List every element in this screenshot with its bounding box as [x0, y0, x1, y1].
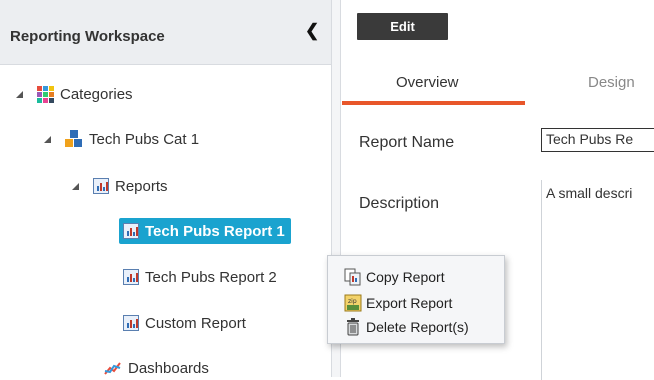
- description-textarea[interactable]: A small descri: [541, 180, 654, 380]
- report-name-label: Report Name: [359, 134, 455, 151]
- category-icon: [65, 130, 83, 148]
- trash-icon: [347, 318, 359, 336]
- tree-node-report[interactable]: Custom Report: [123, 312, 246, 334]
- menu-item-label: Copy Report: [366, 269, 445, 285]
- copy-icon: [344, 268, 361, 286]
- tree-node-categories[interactable]: Categories: [16, 83, 133, 105]
- export-icon: zip: [344, 294, 362, 312]
- categories-icon: [37, 85, 54, 103]
- tree-node-report-selected[interactable]: Tech Pubs Report 1: [119, 218, 291, 244]
- sidebar-title: Reporting Workspace: [10, 28, 165, 45]
- tree-label: Tech Pubs Report 2: [145, 268, 277, 286]
- report-icon: [123, 223, 139, 239]
- menu-item-export-report[interactable]: zip Export Report: [344, 292, 452, 314]
- tree-label: Custom Report: [145, 314, 246, 332]
- dashboard-icon: [104, 362, 121, 375]
- sidebar: Reporting Workspace ❮ Categories Tech Pu…: [0, 0, 340, 377]
- menu-item-copy-report[interactable]: Copy Report: [344, 266, 445, 288]
- report-icon: [123, 315, 139, 331]
- tab-bar: Overview Design: [342, 62, 654, 108]
- tree-label: Dashboards: [128, 359, 209, 377]
- expanded-triangle-icon[interactable]: [16, 90, 23, 98]
- active-tab-indicator: [342, 101, 525, 105]
- edit-button[interactable]: Edit: [357, 13, 448, 40]
- tree-label: Tech Pubs Report 1: [145, 222, 285, 240]
- tab-overview[interactable]: Overview: [396, 74, 459, 91]
- context-menu: Copy Report zip Export Report Delete Rep…: [327, 255, 505, 344]
- description-label: Description: [359, 195, 440, 212]
- menu-item-label: Export Report: [366, 295, 453, 311]
- tab-design[interactable]: Design: [588, 74, 635, 91]
- tree-label: Tech Pubs Cat 1: [89, 130, 200, 148]
- report-icon: [123, 269, 139, 285]
- menu-item-delete-report[interactable]: Delete Report(s): [344, 316, 469, 338]
- menu-item-label: Delete Report(s): [366, 319, 469, 335]
- tree-label: Categories: [60, 85, 133, 103]
- svg-text:zip: zip: [348, 298, 357, 305]
- sidebar-header: Reporting Workspace ❮: [0, 0, 331, 65]
- collapse-left-icon[interactable]: ❮: [305, 22, 321, 40]
- tree-label: Reports: [115, 177, 168, 195]
- tree-node-dashboards[interactable]: Dashboards: [104, 357, 209, 379]
- expanded-triangle-icon[interactable]: [72, 182, 79, 190]
- tree-node-reports[interactable]: Reports: [72, 175, 168, 197]
- tree-node-report[interactable]: Tech Pubs Report 2: [123, 266, 277, 288]
- expanded-triangle-icon[interactable]: [44, 135, 51, 143]
- report-name-input[interactable]: Tech Pubs Re: [541, 128, 654, 152]
- report-folder-icon: [93, 178, 109, 194]
- tree-node-category[interactable]: Tech Pubs Cat 1: [44, 128, 199, 150]
